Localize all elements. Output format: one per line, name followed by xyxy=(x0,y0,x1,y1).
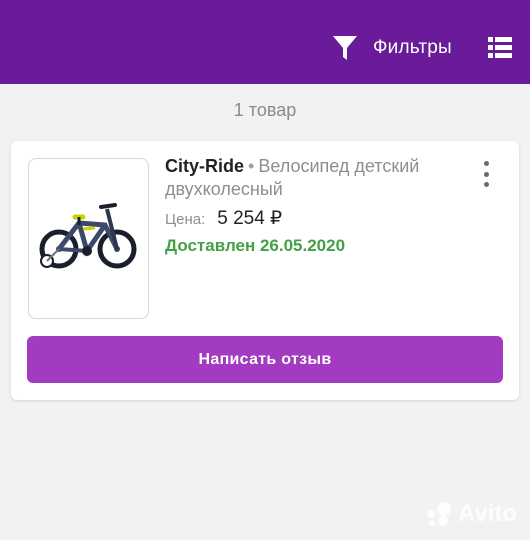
avito-watermark: Avito xyxy=(424,498,517,530)
filter-button[interactable]: Фильтры xyxy=(332,32,452,64)
funnel-icon xyxy=(333,36,357,60)
list-view-icon[interactable] xyxy=(488,37,512,59)
bicycle-image xyxy=(39,203,137,269)
price-row: Цена: 5 254 ₽ xyxy=(165,207,282,230)
price-value: 5 254 ₽ xyxy=(217,208,283,229)
product-title[interactable]: City-Ride • Велосипед детский двухколесный xyxy=(165,155,465,201)
product-brand: City-Ride xyxy=(165,156,245,176)
product-image[interactable] xyxy=(28,158,149,319)
order-item-card: City-Ride • Велосипед детский двухколесный… xyxy=(11,141,519,400)
filter-label: Фильтры xyxy=(373,37,452,58)
more-vertical-icon[interactable] xyxy=(476,161,496,187)
watermark-text: Avito xyxy=(458,500,518,527)
title-separator: • xyxy=(248,156,255,176)
avito-logo-icon xyxy=(427,502,451,526)
write-review-button[interactable]: Написать отзыв xyxy=(27,336,503,383)
price-label: Цена: xyxy=(165,211,206,228)
item-count: 1 товар xyxy=(233,100,297,120)
delivery-status: Доставлен 26.05.2020 xyxy=(165,236,346,255)
top-app-bar: Фильтры xyxy=(0,0,530,84)
